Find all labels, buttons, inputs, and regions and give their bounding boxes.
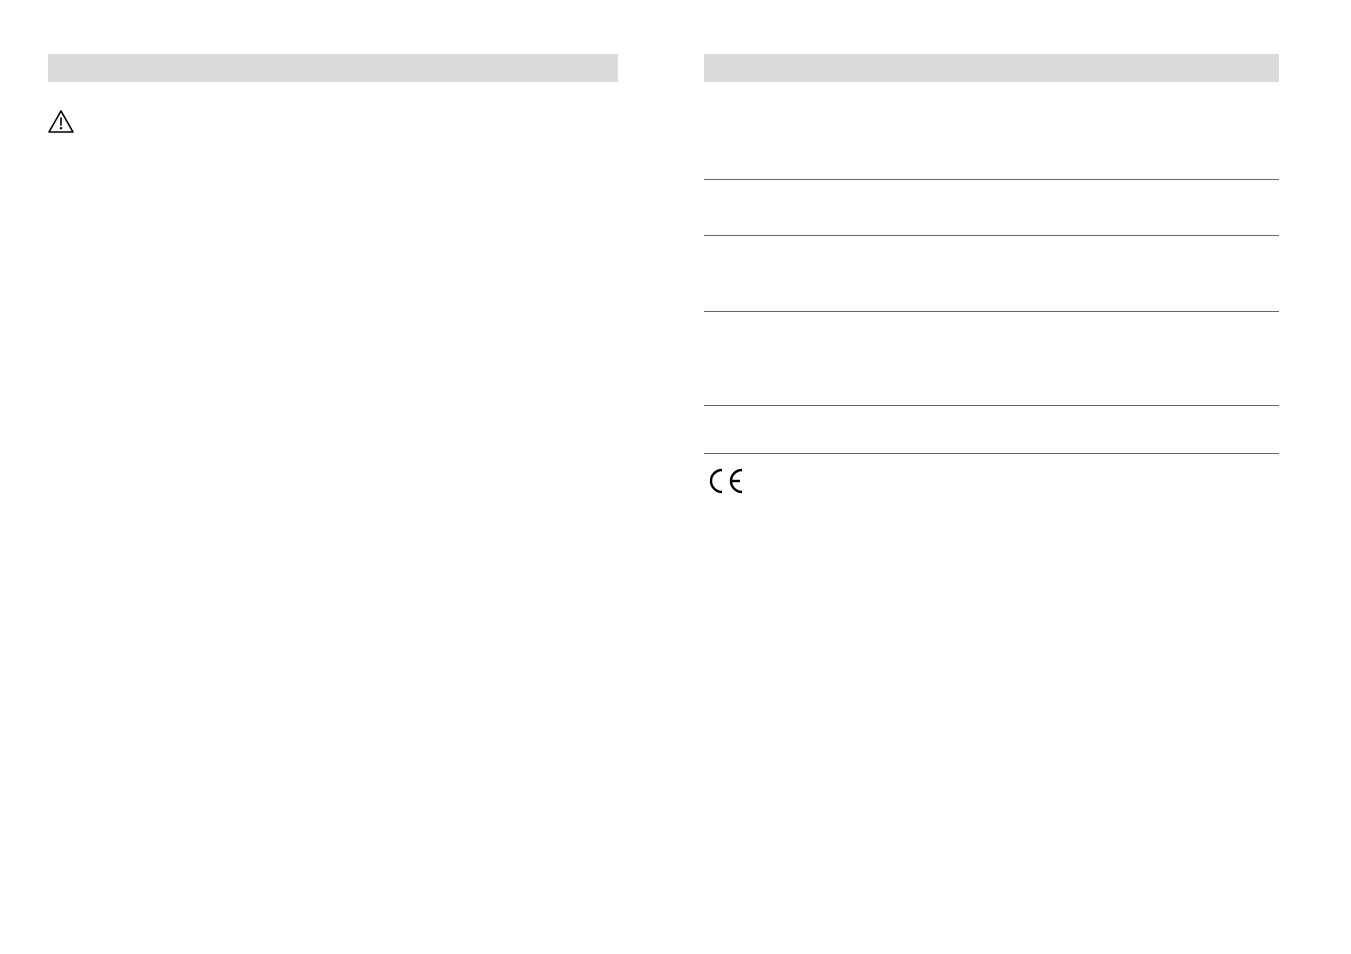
right-section-header <box>704 54 1279 82</box>
warning-triangle-icon <box>48 110 74 134</box>
left-section-header <box>48 54 618 82</box>
left-column <box>48 54 618 914</box>
warning-row <box>48 110 618 134</box>
spec-table <box>704 104 1279 454</box>
spec-row <box>704 406 1279 454</box>
spec-row <box>704 312 1279 406</box>
spec-row <box>704 104 1279 180</box>
ce-conformity-row <box>704 466 1279 503</box>
spec-row <box>704 180 1279 236</box>
right-column <box>704 54 1279 914</box>
document-page <box>0 0 1351 954</box>
spec-row <box>704 236 1279 312</box>
ce-mark-icon <box>704 466 746 503</box>
